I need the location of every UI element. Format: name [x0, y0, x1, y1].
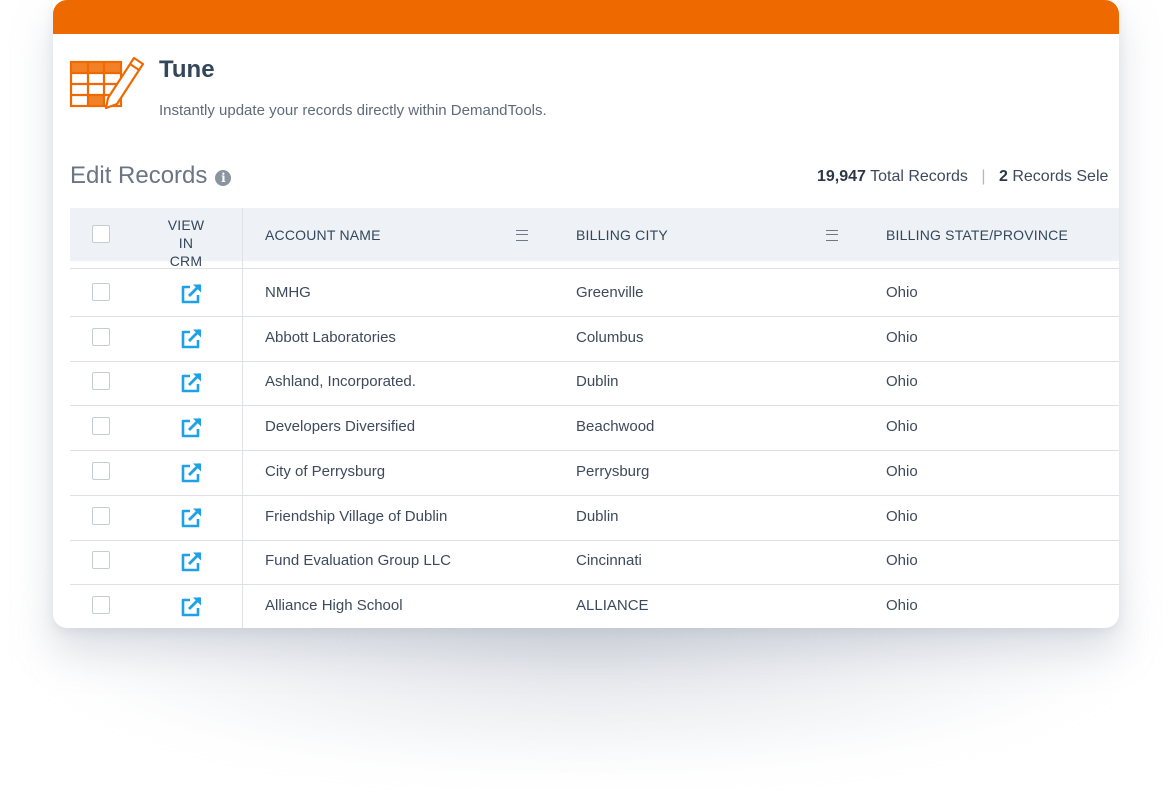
view-in-crm-header: VIEW IN CRM	[166, 216, 206, 270]
row-checkbox[interactable]	[92, 327, 110, 346]
view-header-line1: VIEW	[167, 217, 205, 233]
view-header-line2: IN CRM	[169, 235, 203, 269]
billing-state-cell[interactable]: Ohio	[886, 597, 918, 614]
billing-state-cell[interactable]: Ohio	[886, 373, 918, 390]
row-checkbox[interactable]	[92, 461, 110, 480]
billing-city-cell[interactable]: Beachwood	[576, 418, 654, 435]
table-row[interactable]: NMHG Greenville Ohio	[70, 271, 1119, 317]
spreadsheet-pencil-icon	[69, 56, 145, 110]
external-link-icon[interactable]	[180, 596, 204, 618]
table-row[interactable]: Friendship Village of Dublin Dublin Ohio	[70, 495, 1119, 541]
billing-state-cell[interactable]: Ohio	[886, 418, 918, 435]
select-all-checkbox[interactable]	[92, 225, 110, 243]
account-name-cell[interactable]: Ashland, Incorporated.	[265, 373, 416, 390]
billing-city-cell[interactable]: Perrysburg	[576, 463, 649, 480]
billing-state-cell[interactable]: Ohio	[886, 284, 918, 301]
page-title: Tune	[159, 56, 215, 83]
row-checkbox[interactable]	[92, 595, 110, 614]
row-checkbox[interactable]	[92, 506, 110, 525]
billing-city-header[interactable]: BILLING CITY	[576, 227, 668, 243]
external-link-icon[interactable]	[180, 283, 204, 305]
external-link-icon[interactable]	[180, 462, 204, 484]
billing-state-cell[interactable]: Ohio	[886, 508, 918, 525]
billing-state-header[interactable]: BILLING STATE/PROVINCE	[886, 227, 1068, 243]
external-link-icon[interactable]	[180, 372, 204, 394]
external-link-icon[interactable]	[180, 417, 204, 439]
tune-card: Tune Instantly update your records direc…	[53, 0, 1119, 628]
hamburger-menu-icon[interactable]	[826, 230, 838, 241]
table-row[interactable]: Abbott Laboratories Columbus Ohio	[70, 316, 1119, 362]
section-title: Edit Records i	[70, 162, 232, 190]
account-name-cell[interactable]: City of Perrysburg	[265, 463, 385, 480]
accent-top-bar	[53, 0, 1119, 34]
billing-state-cell[interactable]: Ohio	[886, 552, 918, 569]
record-stats: 19,947 Total Records | 2 Records Sele	[817, 168, 1108, 186]
billing-city-cell[interactable]: Greenville	[576, 284, 644, 301]
account-name-cell[interactable]: NMHG	[265, 284, 311, 301]
section-title-text: Edit Records	[70, 162, 208, 189]
total-count: 19,947	[817, 168, 866, 185]
table-row[interactable]: City of Perrysburg Perrysburg Ohio	[70, 450, 1119, 496]
billing-city-cell[interactable]: Cincinnati	[576, 552, 642, 569]
selected-count: 2	[998, 168, 1008, 185]
total-label: Total Records	[870, 168, 968, 185]
table-row[interactable]: Alliance High School ALLIANCE Ohio	[70, 584, 1119, 628]
external-link-icon[interactable]	[180, 507, 204, 529]
table-row[interactable]: Ashland, Incorporated. Dublin Ohio	[70, 360, 1119, 407]
billing-city-cell[interactable]: ALLIANCE	[576, 597, 649, 614]
table-header: VIEW IN CRM ACCOUNT NAME BILLING CITY BI…	[70, 208, 1119, 269]
billing-city-cell[interactable]: Dublin	[576, 508, 619, 525]
account-name-cell[interactable]: Fund Evaluation Group LLC	[265, 552, 451, 569]
row-checkbox[interactable]	[92, 551, 110, 570]
records-table: VIEW IN CRM ACCOUNT NAME BILLING CITY BI…	[70, 208, 1119, 628]
account-name-cell[interactable]: Abbott Laboratories	[265, 329, 396, 346]
billing-state-cell[interactable]: Ohio	[886, 463, 918, 480]
billing-city-cell[interactable]: Columbus	[576, 329, 644, 346]
table-row[interactable]: Fund Evaluation Group LLC Cincinnati Ohio	[70, 539, 1119, 586]
account-name-cell[interactable]: Alliance High School	[265, 597, 403, 614]
selected-label: Records Sele	[1012, 168, 1109, 185]
header-underline	[70, 268, 1119, 269]
account-name-cell[interactable]: Developers Diversified	[265, 418, 415, 435]
external-link-icon[interactable]	[180, 551, 204, 573]
stats-separator: |	[981, 168, 986, 185]
hamburger-menu-icon[interactable]	[516, 230, 528, 241]
table-row[interactable]: Developers Diversified Beachwood Ohio	[70, 405, 1119, 452]
info-icon[interactable]: i	[215, 170, 232, 186]
account-name-header[interactable]: ACCOUNT NAME	[265, 227, 381, 243]
page-subtitle: Instantly update your records directly w…	[159, 102, 547, 119]
row-checkbox[interactable]	[92, 372, 110, 391]
account-name-cell[interactable]: Friendship Village of Dublin	[265, 508, 447, 525]
billing-state-cell[interactable]: Ohio	[886, 329, 918, 346]
external-link-icon[interactable]	[180, 328, 204, 350]
row-checkbox[interactable]	[92, 283, 110, 301]
row-checkbox[interactable]	[92, 417, 110, 436]
billing-city-cell[interactable]: Dublin	[576, 373, 619, 390]
